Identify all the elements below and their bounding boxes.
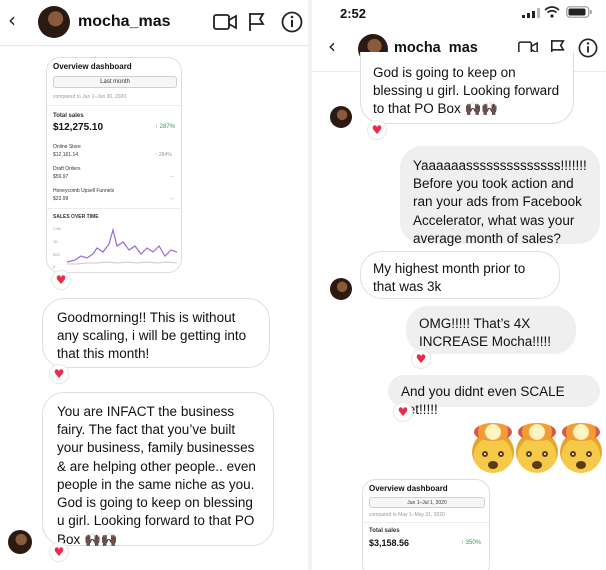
heart-reaction-icon[interactable]: ♥ [412,350,430,368]
chevron-left-icon[interactable]: ‹ [8,8,16,32]
card-title: Overview dashboard [53,62,132,71]
chart-title: SALES OVER TIME [53,214,99,220]
card-title: Overview dashboard [369,484,448,493]
total-sales-label: Total sales [369,528,400,534]
message-bubble[interactable]: Goodmorning!! This is without any scalin… [42,298,270,368]
row-value: $12,161.14 [53,152,79,158]
message-bubble[interactable]: God is going to keep on blessing u girl.… [360,52,574,124]
total-sales-value: $3,158.56 [369,538,410,548]
exploding-head-icon [560,423,602,473]
heart-reaction-icon[interactable]: ♥ [52,271,70,289]
total-sales-value: $12,275.10 [53,122,104,133]
message-bubble-sent[interactable]: Yaaaaaassssssssssssss!!!!!!! Before you … [400,146,600,246]
message-bubble-sent[interactable]: OMG!!!!! That’s 4X INCREASE Mocha!!!!! [406,306,576,354]
row-value: $23.99 [53,196,69,202]
compared-text: compared to Jun 1–Jun 30, 2020 [53,94,127,100]
total-sales-change: ↑ 287% [155,124,176,130]
right-conversation: 2:52 ‹ mocha_mas God is going to keep on… [312,0,606,570]
message-bubble-sent[interactable]: And you didnt even SCALE yet!!!!! [388,375,600,417]
message-text: OMG!!!!! That’s 4X INCREASE Mocha!!!!! [419,316,552,350]
heart-reaction-icon[interactable]: ♥ [50,365,68,383]
info-icon[interactable] [281,11,303,33]
heart-reaction-icon[interactable]: ♥ [368,121,386,139]
dashboard-screenshot-card[interactable]: Overview dashboard Jun 1–Jul 1, 2020 com… [362,479,490,570]
chevron-left-icon[interactable]: ‹ [328,34,336,58]
message-text: Yaaaaaassssssssssssss!!!!!!! Before you … [413,158,587,246]
avatar[interactable] [330,278,352,300]
flag-icon[interactable] [248,12,266,32]
message-text: Goodmorning!! This is without any scalin… [57,310,247,362]
chat-header: ‹ mocha_mas [0,0,308,46]
message-text: My highest month prior to that was 3k [373,261,526,295]
dashboard-screenshot-card[interactable]: Overview dashboard Last month compared t… [46,57,182,273]
wifi-icon [544,6,560,18]
date-range-label: Last month [100,79,130,85]
chart-tick: 1.6K [53,226,62,231]
exploding-head-icon [516,423,558,473]
chart-tick: 1K [53,239,58,244]
message-text: And you didnt even SCALE yet!!!!! [401,384,565,418]
total-sales-change: ↑ 350% [461,540,482,546]
exploding-head-icon [472,423,514,473]
row-change: ↑ 284% [155,152,172,158]
avatar[interactable] [330,106,352,128]
signal-icon [522,8,540,18]
header-username[interactable]: mocha_mas [78,13,171,31]
message-text: You are INFACT the business fairy. The f… [57,404,256,547]
status-time: 2:52 [340,6,367,21]
chart-tick: 500 [53,252,60,257]
row-value: $59.97 [53,174,69,180]
heart-reaction-icon[interactable]: ♥ [50,543,68,561]
left-conversation: ‹ mocha_mas Overview dashboard Last mont… [0,0,308,570]
video-call-icon[interactable] [213,13,237,31]
message-bubble[interactable]: You are INFACT the business fairy. The f… [42,392,274,547]
row-change: – [171,174,174,180]
info-icon[interactable] [578,38,598,58]
message-bubble[interactable]: My highest month prior to that was 3k [360,251,560,299]
total-sales-label: Total sales [53,113,84,119]
avatar[interactable] [38,6,70,38]
date-range-button: Last month [53,76,177,88]
row-change: – [171,196,174,202]
battery-icon [566,6,592,18]
heart-reaction-icon[interactable]: ♥ [394,403,412,421]
row-label: Online Store [53,144,81,150]
date-range-label: Jun 1–Jul 1, 2020 [407,500,447,506]
chart-tick: 0 [53,264,56,269]
compared-text: compared to May 1–May 31, 2020 [369,512,445,518]
message-text: God is going to keep on blessing u girl.… [373,65,560,117]
row-label: Draft Orders [53,166,81,172]
avatar[interactable] [8,530,32,554]
sales-chart-graphic [67,227,178,265]
date-range-button: Jun 1–Jul 1, 2020 [369,497,485,508]
row-label: Honeycomb Upsell Funnels [53,188,115,194]
